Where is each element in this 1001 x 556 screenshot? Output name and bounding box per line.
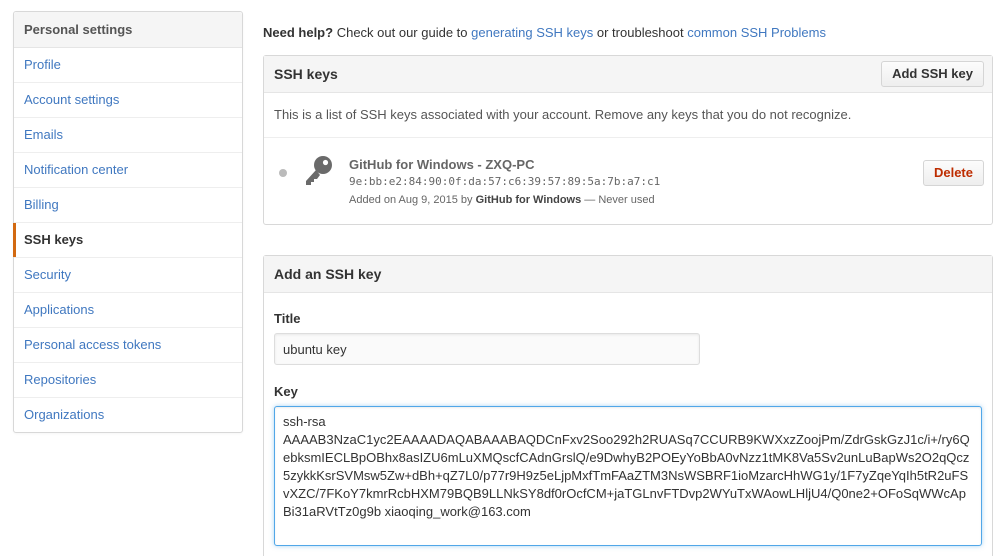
sidebar-item-repositories[interactable]: Repositories xyxy=(14,363,242,398)
sidebar-item-personal-access-tokens[interactable]: Personal access tokens xyxy=(14,328,242,363)
common-ssh-problems-link[interactable]: common SSH Problems xyxy=(687,25,826,40)
key-added-info: Added on Aug 9, 2015 by GitHub for Windo… xyxy=(349,194,655,206)
help-prefix: Need help? xyxy=(263,25,334,40)
sidebar-header: Personal settings xyxy=(14,12,242,48)
generating-ssh-keys-link[interactable]: generating SSH keys xyxy=(471,25,593,40)
sidebar-item-account-settings[interactable]: Account settings xyxy=(14,83,242,118)
add-ssh-key-button[interactable]: Add SSH key xyxy=(881,61,984,87)
title-label: Title xyxy=(274,311,301,326)
sidebar-item-security[interactable]: Security xyxy=(14,258,242,293)
add-ssh-key-box: Add an SSH key Title Key ssh-rsa AAAAB3N… xyxy=(263,255,993,556)
sidebar-item-billing[interactable]: Billing xyxy=(14,188,242,223)
sidebar-item-emails[interactable]: Emails xyxy=(14,118,242,153)
sidebar-item-notification-center[interactable]: Notification center xyxy=(14,153,242,188)
help-text-2: or troubleshoot xyxy=(596,25,684,40)
key-label: Key xyxy=(274,384,298,399)
sidebar-item-ssh-keys[interactable]: SSH keys xyxy=(13,223,242,258)
ssh-keys-title: SSH keys xyxy=(274,66,338,82)
help-text: Need help? Check out our guide to genera… xyxy=(263,25,826,40)
key-icon xyxy=(302,154,336,188)
key-added-by: GitHub for Windows xyxy=(475,194,582,206)
sidebar-item-organizations[interactable]: Organizations xyxy=(14,398,242,432)
key-textarea[interactable]: ssh-rsa AAAAB3NzaC1yc2EAAAADAQABAAABAQDC… xyxy=(274,406,982,546)
ssh-keys-description: This is a list of SSH keys associated wi… xyxy=(264,93,992,138)
add-ssh-key-header: Add an SSH key xyxy=(264,256,992,293)
settings-sidebar: Personal settings Profile Account settin… xyxy=(13,11,243,433)
ssh-keys-header: SSH keys Add SSH key xyxy=(264,56,992,93)
delete-key-button[interactable]: Delete xyxy=(922,160,984,186)
title-input[interactable] xyxy=(274,333,700,365)
ssh-keys-box: SSH keys Add SSH key This is a list of S… xyxy=(263,55,993,225)
sidebar-item-applications[interactable]: Applications xyxy=(14,293,242,328)
key-title: GitHub for Windows - ZXQ-PC xyxy=(349,157,535,172)
key-added-prefix: Added on Aug 9, 2015 by xyxy=(349,194,473,206)
key-usage: — Never used xyxy=(584,194,655,206)
sidebar-item-profile[interactable]: Profile xyxy=(14,48,242,83)
key-fingerprint: 9e:bb:e2:84:90:0f:da:57:c6:39:57:89:5a:7… xyxy=(349,175,661,188)
ssh-key-item: GitHub for Windows - ZXQ-PC 9e:bb:e2:84:… xyxy=(264,138,992,224)
key-status-dot xyxy=(279,169,287,177)
help-text-1: Check out our guide to xyxy=(336,25,468,40)
